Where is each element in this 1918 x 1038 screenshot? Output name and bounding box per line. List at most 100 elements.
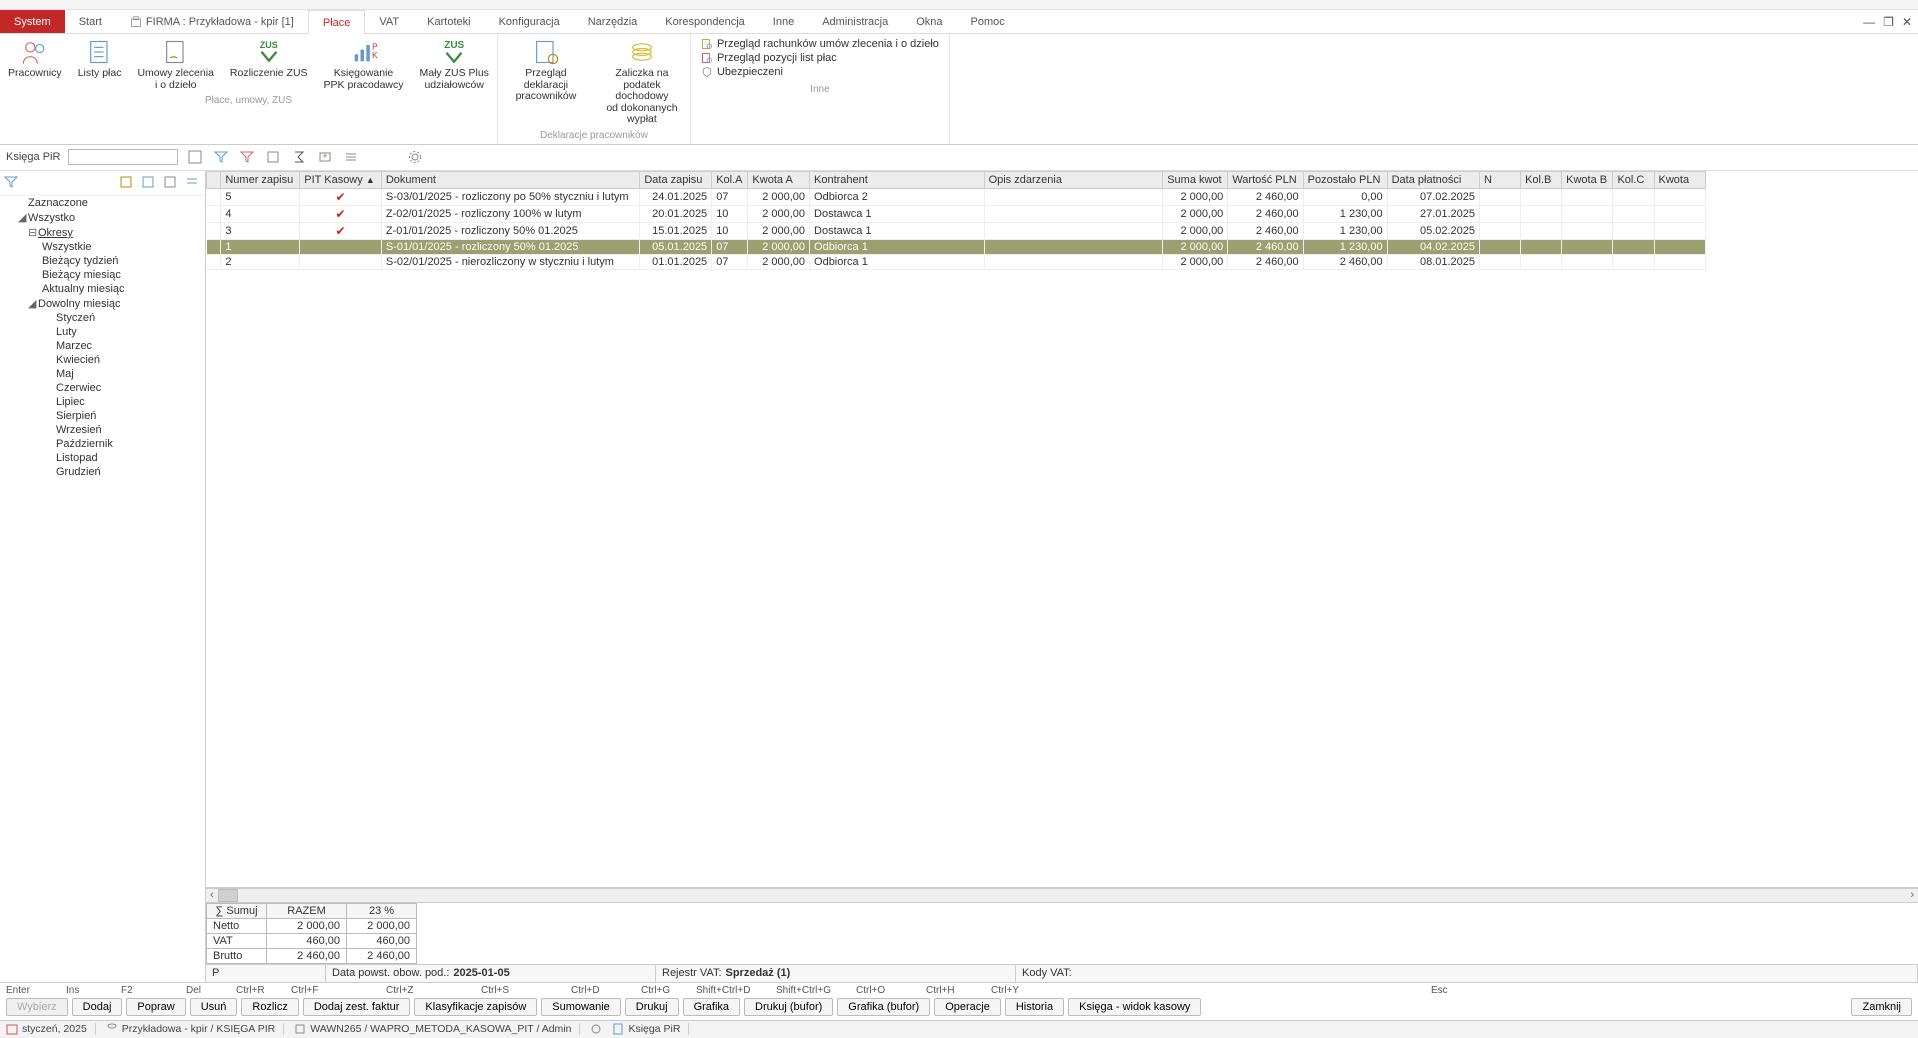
menu-administracja[interactable]: Administracja — [808, 10, 902, 33]
tree-kwiecien[interactable]: Kwiecień — [56, 353, 205, 367]
menu-pomoc[interactable]: Pomoc — [957, 10, 1019, 33]
gear-icon[interactable] — [406, 148, 424, 166]
tree-marzec[interactable]: Marzec — [56, 339, 205, 353]
tree-maj[interactable]: Maj — [56, 367, 205, 381]
menu-firma[interactable]: FIRMA : Przykładowa - kpir [1] — [116, 10, 308, 33]
status-firma[interactable]: Przykładowa - kpir / KSIĘGA PIR — [106, 1023, 284, 1035]
grid-header[interactable]: Kol.C — [1613, 171, 1654, 188]
tree-biezacy-tydzien[interactable]: Bieżący tydzień — [42, 254, 205, 268]
tree-pazdziernik[interactable]: Październik — [56, 437, 205, 451]
sum-button[interactable]: ∑ Sumuj — [207, 903, 267, 918]
footer-button-usu-[interactable]: Usuń — [190, 998, 238, 1016]
tree-czerwiec[interactable]: Czerwiec — [56, 381, 205, 395]
horizontal-scrollbar[interactable]: ‹ › — [206, 888, 1918, 902]
tree-tool-3[interactable] — [163, 175, 179, 191]
ribbon-ppk[interactable]: PK Księgowanie PPK pracodawcy — [316, 34, 412, 93]
minimize-icon[interactable]: — — [1863, 15, 1875, 29]
tree-listopad[interactable]: Listopad — [56, 451, 205, 465]
ribbon-maly-zus[interactable]: ZUS Mały ZUS Plus udziałowców — [412, 34, 497, 93]
footer-button-dodaj-zest-faktur[interactable]: Dodaj zest. faktur — [303, 998, 411, 1016]
footer-button-drukuj[interactable]: Drukuj — [625, 998, 679, 1016]
tree-lipiec[interactable]: Lipiec — [56, 395, 205, 409]
ribbon-zus[interactable]: ZUS Rozliczenie ZUS — [222, 34, 316, 82]
tree-sierpien[interactable]: Sierpień — [56, 409, 205, 423]
tree-tool-1[interactable] — [119, 175, 135, 191]
scroll-left-icon[interactable]: ‹ — [206, 889, 218, 902]
menu-start[interactable]: Start — [65, 10, 116, 33]
tree-aktualny-miesiac[interactable]: Aktualny miesiąc — [42, 282, 205, 296]
footer-button-zamknij[interactable]: Zamknij — [1851, 998, 1912, 1016]
footer-button-historia[interactable]: Historia — [1005, 998, 1064, 1016]
footer-button-popraw[interactable]: Popraw — [126, 998, 185, 1016]
status-db[interactable]: WAWN265 / WAPRO_METODA_KASOWA_PIT / Admi… — [294, 1023, 580, 1035]
grid-header[interactable]: Kwota A — [748, 171, 810, 188]
add-icon[interactable]: + — [316, 148, 334, 166]
grid-header[interactable]: Kwota — [1654, 171, 1705, 188]
ribbon-umowy[interactable]: Umowy zlecenia i o dzieło — [129, 34, 221, 93]
grid-header[interactable]: PIT Kasowy ▲ — [300, 171, 382, 188]
tree-styczen[interactable]: Styczeń — [56, 311, 205, 325]
footer-button-operacje[interactable]: Operacje — [934, 998, 1001, 1016]
grid-header[interactable]: Kontrahent — [810, 171, 985, 188]
tree-wszystkie[interactable]: Wszystkie — [42, 240, 205, 254]
scroll-right-icon[interactable]: › — [1906, 889, 1918, 902]
menu-korespondencja[interactable]: Korespondencja — [651, 10, 759, 33]
menu-vat[interactable]: VAT — [365, 10, 413, 33]
grid-header[interactable]: Suma kwot — [1163, 171, 1228, 188]
ribbon-deklaracje[interactable]: Przegląd deklaracji pracowników — [498, 34, 594, 105]
grid-header[interactable]: N — [1480, 171, 1521, 188]
menu-place[interactable]: Płace — [308, 10, 366, 34]
grid-header[interactable]: Numer zapisu — [221, 171, 300, 188]
tree-zaznaczone[interactable]: Zaznaczone — [14, 196, 205, 210]
grid-header[interactable]: Kwota B — [1562, 171, 1613, 188]
ribbon-link-pozycje[interactable]: Przegląd pozycji list płac — [701, 52, 939, 64]
tree-grudzien[interactable]: Grudzień — [56, 465, 205, 479]
tree-tool-4[interactable] — [185, 175, 201, 191]
grid-header[interactable]: Wartość PLN — [1228, 171, 1303, 188]
tree-wszystko[interactable]: ◢Wszystko — [14, 210, 205, 225]
menu-system[interactable]: System — [0, 10, 65, 33]
gear-small-icon[interactable] — [590, 1023, 602, 1035]
grid-header[interactable]: Kol.B — [1521, 171, 1562, 188]
grid-header[interactable]: Opis zdarzenia — [984, 171, 1163, 188]
footer-button-grafika-bufor-[interactable]: Grafika (bufor) — [837, 998, 930, 1016]
tool-icon-2[interactable] — [342, 148, 360, 166]
footer-button-klasyfikacje-zapis-w[interactable]: Klasyfikacje zapisów — [414, 998, 537, 1016]
table-row[interactable]: 4✔Z-02/01/2025 - rozliczony 100% w lutym… — [207, 205, 1706, 222]
footer-button-rozlicz[interactable]: Rozlicz — [241, 998, 298, 1016]
status-period[interactable]: styczeń, 2025 — [6, 1023, 96, 1035]
tree-dowolny-miesiac[interactable]: ◢Dowolny miesiąc — [42, 296, 205, 311]
menu-inne[interactable]: Inne — [759, 10, 808, 33]
status-doc[interactable]: Księga PiR — [612, 1023, 689, 1035]
tool-icon-1[interactable] — [264, 148, 282, 166]
filter-clear-icon[interactable] — [238, 148, 256, 166]
table-row[interactable]: 3✔Z-01/01/2025 - rozliczony 50% 01.20251… — [207, 222, 1706, 239]
tree-luty[interactable]: Luty — [56, 325, 205, 339]
table-row[interactable]: 5✔S-03/01/2025 - rozliczony po 50% stycz… — [207, 188, 1706, 205]
close-icon[interactable]: ✕ — [1902, 15, 1912, 29]
table-row[interactable]: 2S-02/01/2025 - nierozliczony w styczniu… — [207, 254, 1706, 269]
ribbon-listy-plac[interactable]: Listy płac — [70, 34, 130, 82]
tree-wrzesien[interactable]: Wrzesień — [56, 423, 205, 437]
ribbon-link-ubezpieczeni[interactable]: Ubezpieczeni — [701, 66, 939, 78]
restore-icon[interactable]: ❐ — [1883, 15, 1894, 29]
grid-header[interactable]: Data zapisu — [640, 171, 712, 188]
ribbon-zaliczka[interactable]: Zaliczka na podatek dochodowy od dokonan… — [594, 34, 690, 128]
sum-icon[interactable] — [290, 148, 308, 166]
grid-header[interactable]: Dokument — [381, 171, 639, 188]
tree-biezacy-miesiac[interactable]: Bieżący miesiąc — [42, 268, 205, 282]
ribbon-link-rachunki[interactable]: Przegląd rachunków umów zlecenia i o dzi… — [701, 38, 939, 50]
menu-kartoteki[interactable]: Kartoteki — [413, 10, 484, 33]
grid-header[interactable] — [207, 171, 221, 188]
footer-button-ksi-ga-widok-kasowy[interactable]: Księga - widok kasowy — [1068, 998, 1201, 1016]
grid-header[interactable]: Pozostało PLN — [1303, 171, 1387, 188]
scroll-thumb[interactable] — [218, 889, 238, 902]
footer-button-sumowanie[interactable]: Sumowanie — [541, 998, 620, 1016]
tree-okresy[interactable]: ⊟Okresy — [28, 225, 205, 240]
grid[interactable]: Numer zapisuPIT Kasowy ▲DokumentData zap… — [206, 171, 1918, 888]
ribbon-pracownicy[interactable]: Pracownicy — [0, 34, 70, 82]
menu-okna[interactable]: Okna — [902, 10, 956, 33]
tree-filter-icon[interactable] — [4, 175, 20, 191]
filter-icon[interactable] — [212, 148, 230, 166]
menu-konfiguracja[interactable]: Konfiguracja — [485, 10, 574, 33]
